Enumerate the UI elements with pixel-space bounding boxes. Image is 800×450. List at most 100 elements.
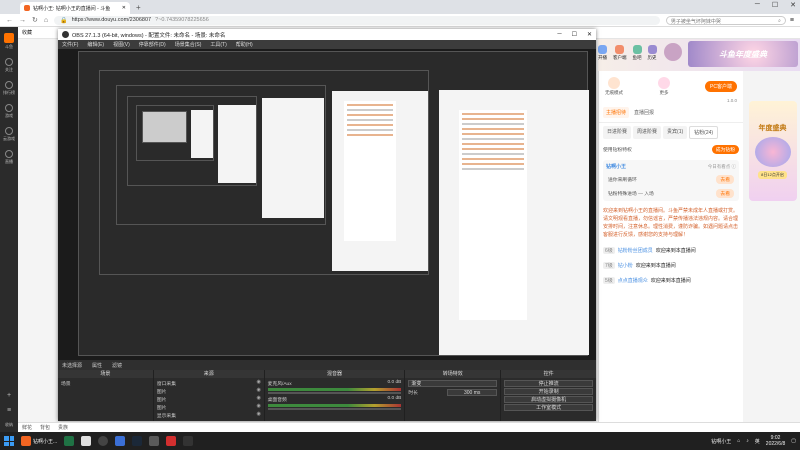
menu-view[interactable]: 视图(V) [113, 41, 130, 48]
virtual-camera-button[interactable]: 启动虚拟摄像机 [504, 396, 594, 403]
gift-item[interactable]: 背包 [40, 424, 50, 431]
subtab-diamond[interactable]: 钻粉(24) [689, 126, 719, 139]
sidebar-item-rank[interactable]: 排行榜 [3, 81, 15, 95]
reload-icon[interactable]: ↻ [32, 16, 38, 24]
maximize-icon[interactable]: ☐ [772, 1, 778, 9]
event-banner[interactable]: 斗鱼年度盛典 [688, 41, 798, 67]
browser-tab[interactable]: 钻啊小王: 钻啊小王的直播间 - 斗鱼 ✕ [20, 2, 130, 14]
stop-streaming-button[interactable]: 停止推流 [504, 380, 594, 387]
steam-icon[interactable] [132, 436, 143, 446]
properties-button[interactable]: 属性 [92, 362, 102, 369]
menu-file[interactable]: 文件(F) [62, 41, 78, 48]
menu-help[interactable]: 帮助(H) [236, 41, 253, 48]
go-see-button[interactable]: 去看 [716, 175, 734, 184]
store-icon[interactable] [81, 436, 92, 446]
close-window-icon[interactable]: ✕ [790, 1, 796, 9]
duration-label: 时长 [408, 391, 418, 396]
tray-volume-icon[interactable]: ♪ [746, 438, 749, 444]
menu-tools[interactable]: 工具(T) [210, 41, 226, 48]
sidebar-item-game[interactable]: 游戏 [5, 104, 13, 118]
add-icon[interactable]: + [7, 392, 11, 399]
ime-indicator[interactable]: 英 [755, 438, 760, 445]
tray-network-icon[interactable]: ⌂ [737, 438, 740, 444]
close-tab-icon[interactable]: ✕ [122, 5, 126, 11]
scene-item[interactable]: 场景 [61, 380, 150, 387]
obs-minimize-icon[interactable]: ─ [557, 31, 561, 38]
eye-icon[interactable]: ◉ [256, 380, 260, 387]
source-item[interactable]: 显示采集 ◉ [157, 412, 261, 419]
notification-icon[interactable]: ▢ [791, 438, 796, 444]
eye-icon[interactable]: ◉ [256, 412, 260, 419]
obs-icon[interactable] [98, 436, 109, 446]
app-icon[interactable] [115, 436, 126, 446]
gift-item[interactable]: 贵族 [58, 424, 68, 431]
live-icon [5, 150, 13, 158]
header-item-broadcast[interactable]: 开播 [598, 45, 607, 61]
header-item-client[interactable]: 客户端 [613, 45, 627, 61]
pdf-icon[interactable] [166, 436, 177, 446]
header-item-history[interactable]: 历史 [647, 45, 657, 61]
more-button[interactable]: 更多 [658, 77, 671, 96]
transition-select[interactable]: 渐变 [408, 380, 498, 387]
menu-scene-collection[interactable]: 场景集合(S) [175, 41, 202, 48]
source-item[interactable]: 窗口采集 ◉ [157, 380, 261, 387]
app-icon[interactable] [149, 436, 160, 446]
tray-app-label[interactable]: 钻啊小王 [711, 438, 731, 445]
obs-maximize-icon[interactable]: ☐ [572, 31, 577, 38]
app-icon[interactable] [183, 436, 194, 446]
sidebar-item-cloudgame[interactable]: 云游戏 [3, 127, 15, 141]
sidebar-item-follow[interactable]: 关注 [5, 58, 13, 72]
bookmarks-label[interactable]: 收藏 [22, 29, 32, 36]
home-icon[interactable]: ⌂ [44, 17, 48, 24]
header-item-forum[interactable]: 鱼吧 [632, 45, 642, 61]
sidebar-bottom: + ≡ 收纳 [5, 392, 13, 427]
menu-docks[interactable]: 停靠部件(D) [139, 41, 166, 48]
obs-preview[interactable] [58, 49, 596, 369]
source-item[interactable]: 图片 ◉ [157, 404, 261, 411]
excel-icon[interactable] [64, 436, 75, 446]
tab-report[interactable]: 直播回报 [631, 107, 657, 118]
back-icon[interactable]: ← [6, 17, 13, 24]
studio-mode-button[interactable]: 工作室模式 [504, 404, 594, 411]
header-label: 客户端 [613, 55, 627, 60]
taskbar-app-browser[interactable]: 钻啊小王... [21, 436, 57, 446]
eye-icon[interactable]: ◉ [256, 388, 260, 395]
forward-icon[interactable]: → [19, 17, 26, 24]
volume-slider[interactable] [267, 392, 402, 394]
filters-button[interactable]: 滤镜 [112, 362, 122, 369]
subtab-vip[interactable]: 贵宾(1) [663, 126, 688, 139]
source-item[interactable]: 图片 ◉ [157, 396, 261, 403]
clock[interactable]: 9:02 2022/6/8 [766, 435, 785, 447]
menu-edit[interactable]: 编辑(E) [87, 41, 104, 48]
menu-icon[interactable]: ≡ [790, 17, 794, 24]
volume-slider[interactable] [267, 408, 402, 410]
user-avatar[interactable] [664, 43, 682, 61]
browser-search-input[interactable]: 男子被坐气坏阿妹中哭 ⌕ [665, 15, 786, 25]
become-fan-button[interactable]: 成为钻粉 [711, 145, 739, 154]
pc-client-button[interactable]: PC客户端 [705, 81, 737, 92]
minimize-icon[interactable]: ─ [755, 1, 760, 9]
gift-item[interactable]: 鲜花 [22, 424, 32, 431]
tab-host[interactable]: 主播招待 [603, 107, 630, 118]
new-tab-icon[interactable]: + [136, 3, 141, 12]
eye-icon[interactable]: ◉ [256, 404, 260, 411]
incognito-button[interactable]: 无痕模式 [605, 77, 623, 96]
sidebar-item-live[interactable]: 直播 [5, 150, 13, 164]
subtab-weekly[interactable]: 周进阶赛 [633, 126, 662, 139]
go-see-button[interactable]: 去看 [716, 189, 734, 198]
sidebar-item-douyu[interactable]: 斗鱼 [4, 33, 14, 49]
chat-username[interactable]: 钻粉粉丝团成员 [618, 247, 653, 254]
url-field[interactable]: 🔒 https://www.douyu.com/2306807 ?~0.7435… [54, 15, 660, 25]
event-ad[interactable]: 年度盛典 8日12点开启 [748, 101, 797, 201]
obs-close-icon[interactable]: ✕ [587, 31, 592, 38]
collapse-icon[interactable]: ≡ [7, 407, 11, 414]
eye-icon[interactable]: ◉ [256, 396, 260, 403]
search-icon[interactable]: ⌕ [778, 18, 781, 24]
chat-username[interactable]: 点点直播观众 [618, 277, 648, 284]
duration-input[interactable]: 300 ms [447, 389, 498, 396]
windows-start-icon[interactable] [4, 436, 14, 446]
chat-username[interactable]: 钻小粉 [618, 262, 633, 269]
subtab-daily[interactable]: 日进阶赛 [603, 126, 632, 139]
source-item[interactable]: 图片 ◉ [157, 388, 261, 395]
start-recording-button[interactable]: 开始录制 [504, 388, 594, 395]
